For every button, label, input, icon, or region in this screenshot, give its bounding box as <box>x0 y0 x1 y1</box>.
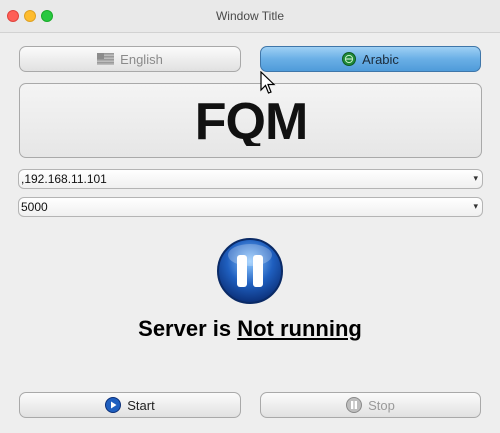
port-select[interactable]: 5000 ▾ <box>18 197 483 217</box>
port-value: 5000 <box>21 200 48 214</box>
play-icon <box>105 397 122 413</box>
stop-button[interactable]: Stop <box>260 392 481 418</box>
stop-button-label: Stop <box>368 397 395 413</box>
us-flag-icon <box>97 53 115 65</box>
logo-text: FQM <box>194 96 307 146</box>
start-button-label: Start <box>127 397 155 413</box>
ip-address-value: ,192.168.11.101 <box>21 172 107 186</box>
ip-address-select[interactable]: ,192.168.11.101 ▾ <box>18 169 483 189</box>
status-prefix: Server is <box>138 316 238 341</box>
arabic-button-label: Arabic <box>362 51 399 67</box>
chevron-down-icon: ▾ <box>473 173 478 183</box>
title-bar: Window Title <box>0 0 500 33</box>
server-status-text: Server is Not running <box>0 316 500 342</box>
pause-status-icon <box>216 237 284 305</box>
chevron-down-icon: ▾ <box>473 201 478 211</box>
pause-icon <box>346 397 363 413</box>
english-button-label: English <box>120 51 163 67</box>
fqm-logo: FQM <box>194 96 308 146</box>
window-title: Window Title <box>215 9 285 23</box>
logo-panel: FQM <box>19 83 482 158</box>
status-value: Not running <box>237 316 362 341</box>
start-button[interactable]: Start <box>19 392 241 418</box>
mouse-cursor-icon <box>260 70 276 100</box>
arabic-language-button[interactable]: Arabic <box>260 46 481 72</box>
saudi-flag-icon <box>342 52 357 66</box>
english-language-button[interactable]: English <box>19 46 241 72</box>
app-window: Window Title English Arabic FQM ,192.168… <box>0 0 500 433</box>
